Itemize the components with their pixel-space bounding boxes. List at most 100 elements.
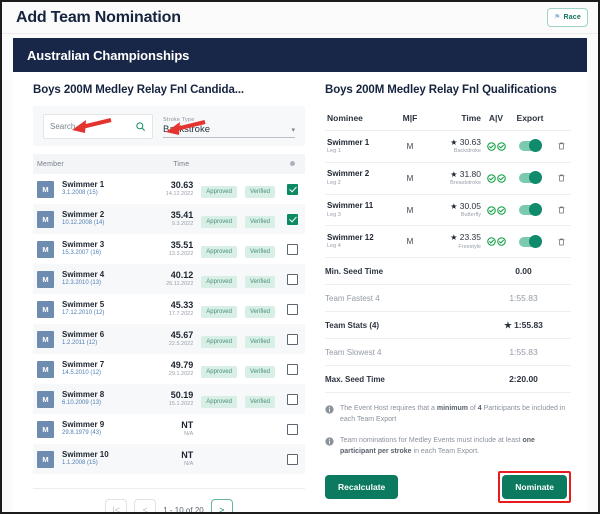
check-circle-icon <box>486 173 496 183</box>
table-row[interactable]: M Swimmer 4 12.3.2010 (13) 40.12 26.11.2022 A… <box>33 264 305 294</box>
export-cell <box>509 194 551 227</box>
table-row[interactable]: Swimmer 2 Leg 2 M ★ 31.80 Breaststroke <box>325 162 571 195</box>
approved-badge: Approved <box>201 186 237 198</box>
member-time-date: 22.5.2022 <box>168 341 194 348</box>
verified-badge: Verified <box>244 396 275 408</box>
time-cell: 40.12 26.11.2022 <box>139 264 197 294</box>
star-icon: ★ <box>450 138 458 147</box>
nominee-name: Swimmer 2 <box>327 169 370 179</box>
col-time: Time <box>139 154 198 174</box>
avatar-cell: M <box>33 414 58 444</box>
row-checkbox[interactable] <box>286 363 298 375</box>
select-cell <box>279 204 305 234</box>
trash-icon[interactable] <box>557 205 566 215</box>
row-checkbox[interactable] <box>286 393 298 405</box>
flag-icon: ⚑ <box>554 14 561 21</box>
row-checkbox[interactable] <box>286 213 298 225</box>
nominee-leg: Leg 3 <box>327 211 341 218</box>
verified-badge: Verified <box>244 216 275 228</box>
table-row[interactable]: M Swimmer 9 29.8.1979 (43) NT N/A <box>33 414 305 444</box>
export-toggle[interactable] <box>519 139 542 153</box>
stat-label: Min. Seed Time <box>325 266 384 276</box>
table-row[interactable]: Swimmer 12 Leg 4 M ★ 23.35 Freestyle <box>325 225 571 259</box>
member-time-date: 17.7.2022 <box>168 311 194 318</box>
verified-cell: Verified <box>241 324 279 354</box>
recalculate-button[interactable]: Recalculate <box>325 475 399 500</box>
member-time-date: N/A <box>184 461 194 468</box>
table-row[interactable]: M Swimmer 7 14.5.2010 (12) 49.79 29.1.2022 Ap… <box>33 354 305 384</box>
avatar: M <box>37 420 54 438</box>
stroke-type-select[interactable]: Stroke Type Backstroke ▾ <box>163 117 295 139</box>
time-cell: ★ 30.05 Butterfly <box>427 194 483 227</box>
export-toggle[interactable] <box>519 234 542 248</box>
mf-cell: M <box>393 194 427 227</box>
first-page-button[interactable]: |< <box>105 499 128 512</box>
row-checkbox[interactable] <box>286 423 298 435</box>
qualifications-panel: Boys 200M Medley Relay Fnl Qualification… <box>313 72 587 512</box>
member-dob: 10.12.2008 (14) <box>62 220 105 227</box>
member-time: 35.51 <box>170 239 194 250</box>
nominee-stroke: Breaststroke <box>450 180 481 187</box>
delete-cell <box>551 225 571 259</box>
table-row[interactable]: M Swimmer 3 15.3.2007 (16) 35.51 13.3.2022 Ap… <box>33 234 305 264</box>
time-cell: ★ 23.35 Freestyle <box>427 225 483 259</box>
row-checkbox[interactable] <box>286 273 298 285</box>
row-checkbox[interactable] <box>286 333 298 345</box>
approved-badge: Approved <box>201 396 237 408</box>
avatar: M <box>37 330 54 348</box>
row-checkbox[interactable] <box>286 183 298 195</box>
export-toggle[interactable] <box>519 203 542 217</box>
candidates-table-body: M Swimmer 1 3.1.2008 (15) 30.63 14.12.2022 Ap… <box>33 174 305 474</box>
select-cell <box>279 384 305 414</box>
time-cell: NT N/A <box>139 444 197 474</box>
nominee-time: ★ 23.35 <box>450 232 481 243</box>
table-row[interactable]: Swimmer 11 Leg 3 M ★ 30.05 Butterfly <box>325 194 571 227</box>
member-name: Swimmer 3 <box>62 240 105 250</box>
table-row[interactable]: M Swimmer 10 1.1.2008 (15) NT N/A <box>33 444 305 474</box>
banner-wrapper: Australian Championships <box>2 34 598 72</box>
table-row[interactable]: M Swimmer 2 10.12.2008 (14) 35.41 9.3.2022 Ap… <box>33 204 305 234</box>
member-dob: 12.3.2010 (13) <box>62 280 102 287</box>
stat-label: Team Stats (4) <box>325 320 380 330</box>
av-cell <box>483 130 509 163</box>
race-button[interactable]: ⚑ Race <box>547 8 588 27</box>
prev-page-button[interactable]: < <box>134 499 157 512</box>
mf-cell: M <box>393 225 427 259</box>
notice: The Event Host requires that a minimum o… <box>325 404 571 425</box>
avatar: M <box>37 270 54 288</box>
check-circle-icon <box>496 142 506 151</box>
row-checkbox[interactable] <box>286 453 298 465</box>
trash-icon[interactable] <box>557 173 566 183</box>
select-cell <box>279 264 305 294</box>
search-field[interactable] <box>43 114 153 139</box>
member-name: Swimmer 1 <box>62 180 105 190</box>
row-checkbox[interactable] <box>286 303 298 315</box>
stat-value: 1:55.83 <box>509 347 538 358</box>
member-time: 45.67 <box>170 329 194 340</box>
search-input[interactable] <box>50 122 135 131</box>
member-cell: Swimmer 6 1.2.2011 (12) <box>58 324 139 354</box>
member-time: 35.41 <box>170 209 194 220</box>
export-cell <box>509 225 551 259</box>
table-row[interactable]: M Swimmer 6 1.2.2011 (12) 45.67 22.5.2022 App… <box>33 324 305 354</box>
table-header-row: Member Time <box>33 154 305 174</box>
verified-cell <box>241 414 279 444</box>
table-row[interactable]: M Swimmer 5 17.12.2010 (12) 45.33 17.7.2022 A… <box>33 294 305 324</box>
nominee-time: ★ 30.05 <box>450 200 481 211</box>
trash-icon[interactable] <box>557 237 566 247</box>
export-toggle[interactable] <box>519 171 542 185</box>
member-cell: Swimmer 3 15.3.2007 (16) <box>58 234 139 264</box>
member-time: 40.12 <box>170 269 194 280</box>
row-checkbox[interactable] <box>286 243 298 255</box>
settings-gear-icon[interactable] <box>288 159 296 167</box>
next-page-button[interactable]: > <box>210 499 233 512</box>
nominee-name: Swimmer 11 <box>327 201 374 211</box>
page-title: Add Team Nomination <box>16 8 181 26</box>
delete-cell <box>551 130 571 163</box>
trash-icon[interactable] <box>557 141 566 151</box>
nominee-stroke: Butterfly <box>460 212 481 219</box>
nominate-button[interactable]: Nominate <box>502 475 567 500</box>
table-row[interactable]: Swimmer 1 Leg 1 M ★ 30.63 Backstroke <box>325 130 571 163</box>
table-row[interactable]: M Swimmer 8 6.10.2009 (13) 50.19 15.1.2022 Ap… <box>33 384 305 414</box>
table-row[interactable]: M Swimmer 1 3.1.2008 (15) 30.63 14.12.2022 Ap… <box>33 174 305 204</box>
